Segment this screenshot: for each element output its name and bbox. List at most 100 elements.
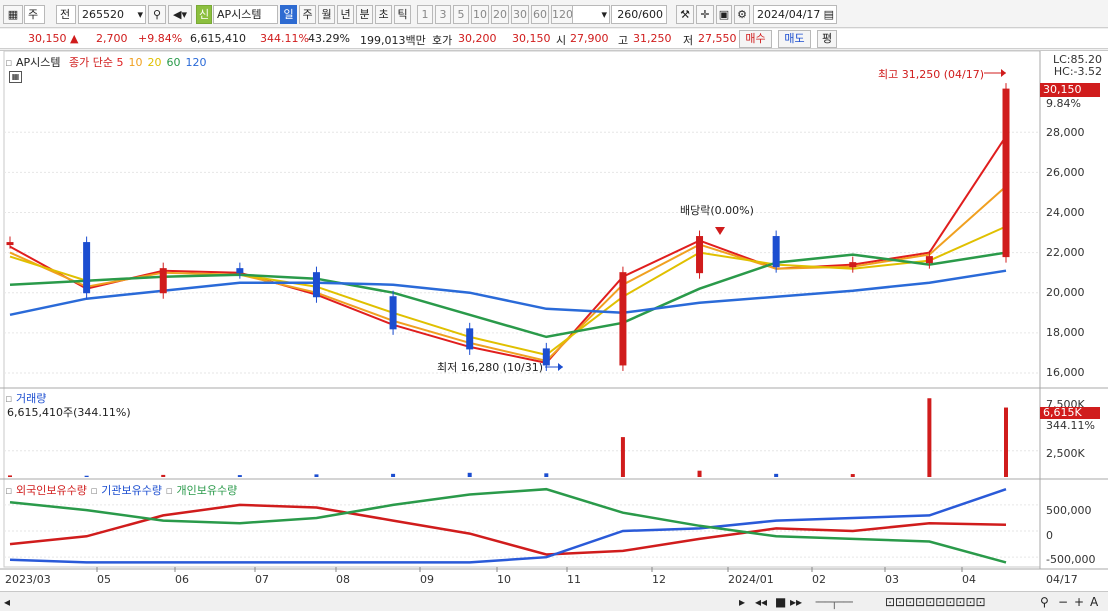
interval-1-button[interactable]: 1	[417, 5, 433, 24]
period-day-button[interactable]: 일	[280, 5, 297, 24]
dropdown-arrow-icon[interactable]: ▾	[601, 6, 607, 23]
x-tick: 07	[255, 573, 269, 586]
date-field[interactable]: 2024/04/17 ▤	[753, 5, 837, 24]
interval-60-button[interactable]: 60	[531, 5, 549, 24]
legend-individual: 개인보유수량	[176, 484, 238, 497]
high-arrow	[1001, 69, 1006, 77]
rewind-icon[interactable]: ◂◂	[755, 595, 767, 609]
x-tick: 04/17	[1046, 573, 1078, 586]
legend-ma-20: 20	[147, 56, 162, 69]
interval-20-button[interactable]: 20	[491, 5, 509, 24]
speaker-icon[interactable]: ◀▾	[168, 5, 192, 24]
price-tick: 24,000	[1046, 206, 1085, 219]
period-minute-button[interactable]: 분	[356, 5, 373, 24]
stock-code-input[interactable]: 265520 ▾	[78, 5, 146, 24]
forward-icon[interactable]: ▸▸	[790, 595, 802, 609]
x-tick: 02	[812, 573, 826, 586]
candle	[236, 268, 244, 274]
candle	[1002, 88, 1010, 258]
bottom-scrollbar[interactable]: ◂ ▸ ◂◂ ■ ▸▸ ╶──┬──╴ ⊡⊡⊡⊡⊡⊡⊡⊡⊡⊡ ⚲ − + A	[0, 591, 1108, 611]
dividend-arrow	[715, 227, 725, 235]
period-second-button[interactable]: 초	[375, 5, 392, 24]
save-icon[interactable]: ▣	[716, 5, 732, 24]
count-max: /600	[638, 8, 663, 21]
type-select[interactable]: 주	[24, 5, 45, 24]
zoom-in-icon[interactable]: ⚲	[1040, 595, 1049, 609]
vol-tick-low: 2,500K	[1046, 447, 1085, 460]
grid-icon[interactable]: ▦	[3, 5, 23, 24]
price-tick: 18,000	[1046, 326, 1085, 339]
crosshair-icon[interactable]: ✛	[696, 5, 714, 24]
minus-icon[interactable]: −	[1058, 595, 1068, 609]
volume-current-tag: 6,615K	[1040, 407, 1100, 419]
candle	[466, 328, 474, 350]
x-tick: 2024/01	[728, 573, 774, 586]
interval-3-button[interactable]: 3	[435, 5, 451, 24]
candle	[6, 242, 14, 246]
low: 27,550	[698, 32, 737, 45]
candle	[849, 262, 857, 268]
low-annotation: 최저 16,280 (10/31)	[437, 361, 544, 374]
stock-name[interactable]: AP시스템	[213, 5, 278, 24]
ma-line-5	[9, 135, 1007, 364]
tools-icon[interactable]: ⚒	[676, 5, 694, 24]
current-price-tag: 30,150	[1040, 83, 1100, 97]
x-tick: 10	[497, 573, 511, 586]
chart-canvas[interactable]	[0, 51, 1108, 592]
buy-button[interactable]: 매수	[739, 30, 772, 48]
count-field[interactable]: 260/600	[611, 5, 667, 24]
interval-30-button[interactable]: 30	[511, 5, 529, 24]
chart-tools-icon[interactable]: ⊡⊡⊡⊡⊡⊡⊡⊡⊡⊡	[885, 595, 986, 609]
plus-icon[interactable]: +	[1074, 595, 1084, 609]
dropdown-arrow-icon[interactable]: ▾	[137, 6, 143, 23]
volume-bar	[850, 474, 855, 477]
scroll-left-icon[interactable]: ◂	[4, 595, 10, 609]
period-month-button[interactable]: 월	[318, 5, 335, 24]
x-tick: 05	[97, 573, 111, 586]
avg-button[interactable]: 평	[817, 30, 837, 48]
gear-icon[interactable]: ⚙	[734, 5, 750, 24]
period-week-button[interactable]: 주	[299, 5, 316, 24]
interval-10-button[interactable]: 10	[471, 5, 489, 24]
high-annotation: 최고 31,250 (04/17)	[878, 68, 985, 81]
chart-area[interactable]: ▫ AP시스템 종가 단순 5 10 20 60 120 ▦ LC:85.20 HC:-…	[0, 50, 1108, 591]
hold-tick-1: 500,000	[1046, 504, 1092, 517]
ask-label: 호가	[432, 34, 453, 47]
volume-bar	[8, 475, 12, 477]
x-tick: 12	[652, 573, 666, 586]
price-tick: 16,000	[1046, 366, 1085, 379]
hold-tick-3: -500,000	[1046, 553, 1096, 566]
price: 30,150 ▲	[28, 32, 79, 45]
interval-120-button[interactable]: 120	[551, 5, 573, 24]
legend-ma-10: 10	[128, 56, 143, 69]
price-tick: 22,000	[1046, 246, 1085, 259]
legend-ma-120: 120	[185, 56, 207, 69]
period-year-button[interactable]: 년	[337, 5, 354, 24]
volume-bar	[161, 474, 166, 477]
legend-ma-5: 5	[116, 56, 124, 69]
open: 27,900	[570, 32, 609, 45]
open-label: 시	[556, 34, 567, 47]
play-icon[interactable]: ▸	[739, 595, 745, 609]
low-label: 저	[683, 34, 694, 47]
blank-select[interactable]: ▾	[572, 5, 610, 24]
exchange-select[interactable]: 전	[56, 5, 76, 24]
ask: 30,200	[458, 32, 497, 45]
zoom-slider[interactable]: ╶──┬──╴	[812, 595, 857, 609]
table-icon[interactable]: ▦	[9, 71, 22, 83]
legend-ma-60: 60	[166, 56, 181, 69]
volume-bar	[314, 474, 319, 477]
price-tick: 20,000	[1046, 286, 1085, 299]
candle	[159, 268, 167, 294]
calendar-icon[interactable]: ▤	[824, 6, 834, 23]
volume-bar	[774, 473, 779, 477]
stock-code: 265520	[82, 8, 124, 21]
x-tick: 06	[175, 573, 189, 586]
search-icon[interactable]: ⚲	[148, 5, 166, 24]
period-tick-button[interactable]: 틱	[394, 5, 411, 24]
font-icon[interactable]: A	[1090, 595, 1098, 609]
count-value: 260	[617, 8, 639, 21]
stop-icon[interactable]: ■	[775, 595, 786, 609]
interval-5-button[interactable]: 5	[453, 5, 469, 24]
sell-button[interactable]: 매도	[778, 30, 811, 48]
